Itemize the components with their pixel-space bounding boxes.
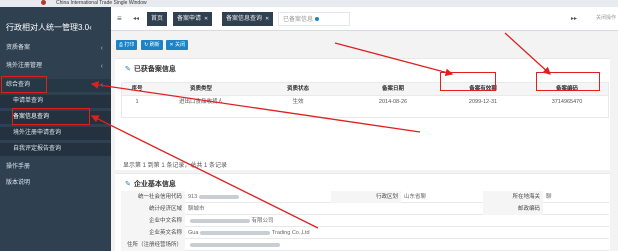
close-operations-menu[interactable]: 关闭操作: [596, 14, 616, 21]
field-value: [185, 239, 485, 251]
sidebar-title: 行政相对人统一管理3.0‹: [6, 23, 92, 32]
sidebar-item-version[interactable]: 版本说明: [0, 177, 111, 190]
field-label: 企业中文名称: [121, 215, 185, 227]
annotation-box-validity: [440, 72, 496, 91]
tab-record-application[interactable]: 备案申请 ✕: [173, 12, 213, 26]
field-label: 企业英文名称: [121, 227, 185, 239]
field-value: 有限公司: [185, 215, 485, 227]
chevron-down-icon: ‹: [100, 82, 103, 89]
column-header[interactable]: 序号: [122, 83, 152, 96]
sidebar-subitem-self-assessment-query[interactable]: 自我评定报告查询: [0, 143, 111, 156]
annotation-box-record-query: [12, 108, 90, 125]
company-panel-title: ✎ 企业基本信息: [125, 181, 176, 188]
field-label: 行政区划: [331, 191, 401, 203]
records-panel-title: ✎ 已获备案信息: [125, 66, 176, 73]
window-title: China International Trade Single Window: [56, 0, 147, 6]
refresh-button[interactable]: ↻ 刷新: [141, 40, 163, 50]
main-content: ⎙ 打印 ↻ 刷新 ✕ 关闭 ✎ 已获备案信息 序号 资质类型 资质状态 备案日期…: [111, 31, 618, 251]
sidebar-subitem-application-query[interactable]: 申请单查询: [0, 95, 111, 108]
tab-scroll-right-icon[interactable]: ▸▸: [571, 12, 577, 26]
company-info-table: 统一社会信用代码 913 行政区划 山东省聊 所在地海关 聊 统计经济区域 聊城…: [121, 191, 609, 251]
table-cell: 生效: [292, 99, 304, 105]
chevron-left-icon: ‹: [100, 63, 103, 70]
tab-record-query[interactable]: 备案信息查询 ✕: [222, 12, 274, 26]
table-cell: 1: [135, 99, 139, 105]
info-row: 统一社会信用代码 913 行政区划 山东省聊 所在地海关 聊: [121, 191, 609, 203]
field-value: 聊城市: [188, 206, 205, 212]
table-row[interactable]: 1 进出口食品收货人 生效 2014-08-26 2099-12-31 3714…: [122, 96, 608, 109]
sidebar-item-overseas-registration[interactable]: 境外注册管理 ‹: [0, 60, 111, 73]
close-icon[interactable]: ✕: [265, 16, 269, 22]
column-header[interactable]: 资质类型: [152, 83, 250, 96]
close-dot-icon[interactable]: [315, 17, 320, 21]
annotation-box-general-query: [1, 76, 47, 93]
column-header[interactable]: 资质状态: [250, 83, 346, 96]
menu-icon[interactable]: ≡: [117, 12, 122, 26]
redaction: [190, 242, 280, 247]
table-cell: 3714965470: [551, 99, 583, 105]
info-row: 住所（注册经营场所）: [121, 239, 609, 251]
tabs-bar: ≡ ◂◂ 首页 备案申请 ✕ 备案信息查询 ✕ 已备案信息 ▸▸ 关闭操作: [111, 7, 618, 31]
close-icon[interactable]: ✕: [204, 16, 208, 22]
field-label: 邮政编码: [483, 203, 543, 215]
toolbar: ⎙ 打印 ↻ 刷新 ✕ 关闭: [116, 40, 190, 50]
edit-icon: ✎: [125, 181, 131, 188]
redaction: [190, 218, 250, 223]
edit-icon: ✎: [125, 66, 131, 73]
pagination-info: 显示第 1 到第 1 条记录，总共 1 条记录: [123, 163, 228, 169]
field-value: 913: [185, 191, 331, 203]
close-button[interactable]: ✕ 关闭: [166, 40, 188, 50]
company-panel: ✎ 企业基本信息 统一社会信用代码 913 行政区划 山东省聊 所在地海关 聊 统…: [115, 173, 610, 251]
field-value: 聊: [546, 194, 552, 200]
info-row: 企业英文名称 Gua Trading Co.,Ltd: [121, 227, 609, 239]
sidebar-item-manual[interactable]: 操作手册: [0, 161, 111, 174]
window-title-bar: China International Trade Single Window: [0, 0, 618, 7]
field-label: 住所（注册经营场所）: [121, 239, 185, 251]
redaction: [200, 230, 271, 235]
tab-recorded-info[interactable]: 已备案信息: [278, 12, 350, 26]
chevron-left-icon: ‹: [100, 45, 103, 52]
print-button[interactable]: ⎙ 打印: [116, 40, 138, 50]
table-cell: 2099-12-31: [468, 99, 498, 105]
table-cell: 进出口食品收货人: [178, 99, 223, 105]
column-header[interactable]: 备案日期: [346, 83, 440, 96]
table-cell: 2014-08-26: [378, 99, 408, 105]
field-label: 统一社会信用代码: [121, 191, 185, 203]
app-logo-icon: [41, 0, 46, 5]
info-row: 企业中文名称 有限公司: [121, 215, 609, 227]
info-row: 统计经济区域 聊城市 邮政编码: [121, 203, 609, 215]
field-label: 统计经济区域: [121, 203, 185, 215]
redaction: [199, 194, 240, 199]
tab-scroll-left-icon[interactable]: ◂◂: [133, 12, 139, 26]
sidebar-item-qualification[interactable]: 资质备案 ‹: [0, 42, 111, 55]
tab-home[interactable]: 首页: [147, 12, 168, 26]
field-value: [543, 203, 609, 215]
field-label: 所在地海关: [483, 191, 543, 203]
annotation-box-record-code: [536, 72, 600, 91]
sidebar: 行政相对人统一管理3.0‹ 资质备案 ‹ 境外注册管理 ‹ 综合查询 ‹ 申请单…: [0, 7, 111, 251]
field-value: 山东省聊: [404, 194, 427, 200]
sidebar-subitem-overseas-query[interactable]: 境外注册申请查询: [0, 127, 111, 140]
field-value: Gua Trading Co.,Ltd: [188, 230, 310, 236]
